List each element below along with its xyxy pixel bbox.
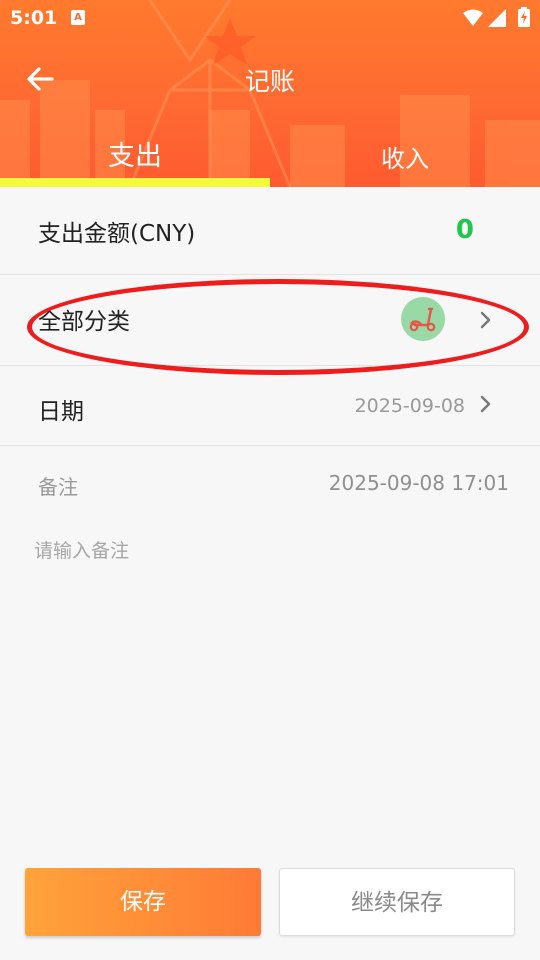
status-time: 5:01 xyxy=(10,7,58,29)
date-value[interactable]: 2025-09-08 xyxy=(355,395,465,417)
remark-input[interactable] xyxy=(34,534,504,568)
amount-label: 支出金额(CNY) xyxy=(38,221,196,247)
amount-value[interactable]: 0 xyxy=(456,215,474,245)
tab-indicator xyxy=(0,178,270,187)
header: 5:01 A 记账 支出 收入 xyxy=(0,0,540,187)
remark-label: 备注 xyxy=(38,475,78,499)
category-row[interactable]: 全部分类 xyxy=(0,275,540,366)
chevron-right-icon xyxy=(480,395,491,413)
tab-income[interactable]: 收入 xyxy=(270,139,540,174)
signal-icon xyxy=(488,9,506,27)
date-label: 日期 xyxy=(38,399,84,425)
scooter-icon xyxy=(401,297,445,341)
accessibility-a-icon: A xyxy=(71,10,85,25)
status-bar: 5:01 A xyxy=(0,0,540,36)
battery-charging-icon xyxy=(518,7,530,27)
chevron-right-icon xyxy=(480,311,491,329)
continue-save-button[interactable]: 继续保存 xyxy=(279,868,515,936)
tab-expense[interactable]: 支出 xyxy=(0,134,270,173)
page-title: 记账 xyxy=(244,67,295,96)
wifi-icon xyxy=(463,9,483,26)
category-label: 全部分类 xyxy=(38,309,130,335)
save-button[interactable]: 保存 xyxy=(25,868,261,936)
amount-row[interactable]: 支出金额(CNY) 0 xyxy=(0,187,540,275)
remark-datetime[interactable]: 2025-09-08 17:01 xyxy=(329,471,509,495)
